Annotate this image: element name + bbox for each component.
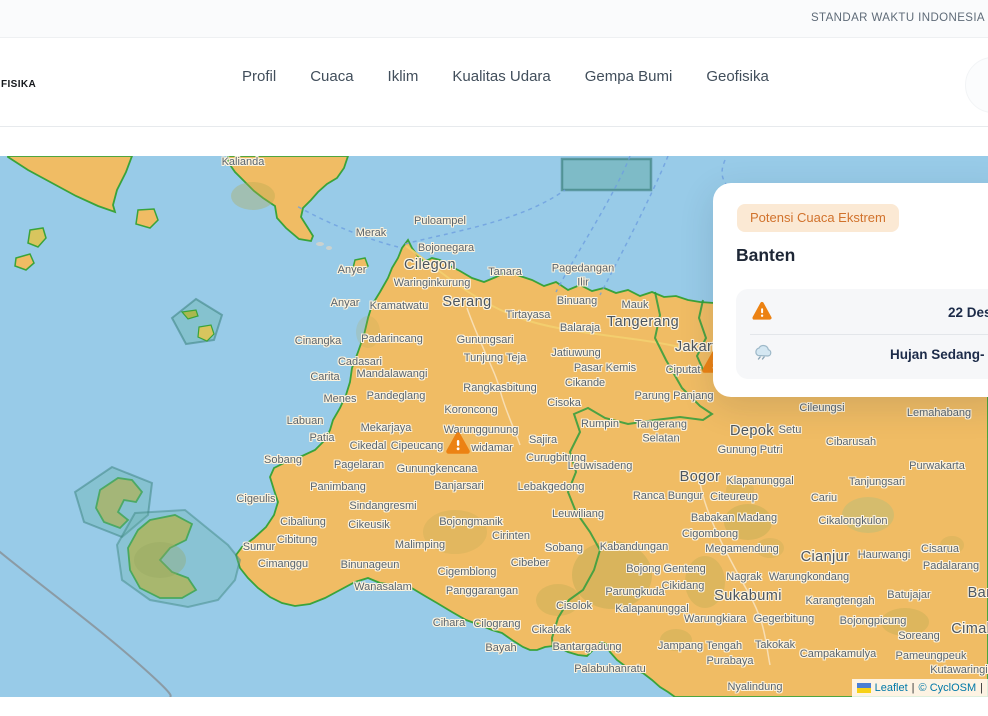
panel-divider xyxy=(750,334,988,335)
nav-item-gempa-bumi[interactable]: Gempa Bumi xyxy=(585,68,673,85)
rain-cloud-icon xyxy=(752,343,772,363)
page: STANDAR WAKTU INDONESIA FISIKA Profil Cu… xyxy=(0,0,988,716)
nav-item-geofisika[interactable]: Geofisika xyxy=(706,68,769,85)
map-attribution: Leaflet | © CyclOSM | xyxy=(852,679,988,697)
nav-item-iklim[interactable]: Iklim xyxy=(388,68,419,85)
standard-time-label: STANDAR WAKTU INDONESIA xyxy=(811,12,985,24)
warning-triangle-icon xyxy=(752,301,772,321)
main-nav: Profil Cuaca Iklim Kualitas Udara Gempa … xyxy=(242,68,769,85)
attribution-separator: | xyxy=(980,682,983,694)
ukraine-flag-icon xyxy=(857,683,871,693)
popup-title: Banten xyxy=(736,245,795,266)
nav-item-kualitas-udara[interactable]: Kualitas Udara xyxy=(452,68,550,85)
attribution-link-cyclosm[interactable]: © CyclOSM xyxy=(919,682,977,694)
extreme-weather-popup: Potensi Cuaca Ekstrem Banten 22 Des xyxy=(713,183,988,397)
attribution-separator: | xyxy=(912,682,915,694)
attribution-link-leaflet[interactable]: Leaflet xyxy=(875,682,908,694)
bmkg-logo-text: FISIKA xyxy=(1,79,36,90)
navbar: FISIKA Profil Cuaca Iklim Kualitas Udara… xyxy=(0,38,988,127)
nav-circle-button[interactable] xyxy=(965,57,988,113)
popup-detail-panel: 22 Des Hujan Sedang- xyxy=(736,289,988,379)
map[interactable]: KaliandaPuloampelMerakBojonegaraCilegonA… xyxy=(0,156,988,697)
nav-item-profil[interactable]: Profil xyxy=(242,68,276,85)
popup-date-text: 22 Des xyxy=(948,305,988,320)
topbar: STANDAR WAKTU INDONESIA xyxy=(0,0,988,38)
nav-item-cuaca[interactable]: Cuaca xyxy=(310,68,353,85)
popup-condition-text: Hujan Sedang- xyxy=(890,347,985,362)
popup-badge: Potensi Cuaca Ekstrem xyxy=(737,204,899,232)
warning-marker-icon[interactable] xyxy=(446,432,470,454)
